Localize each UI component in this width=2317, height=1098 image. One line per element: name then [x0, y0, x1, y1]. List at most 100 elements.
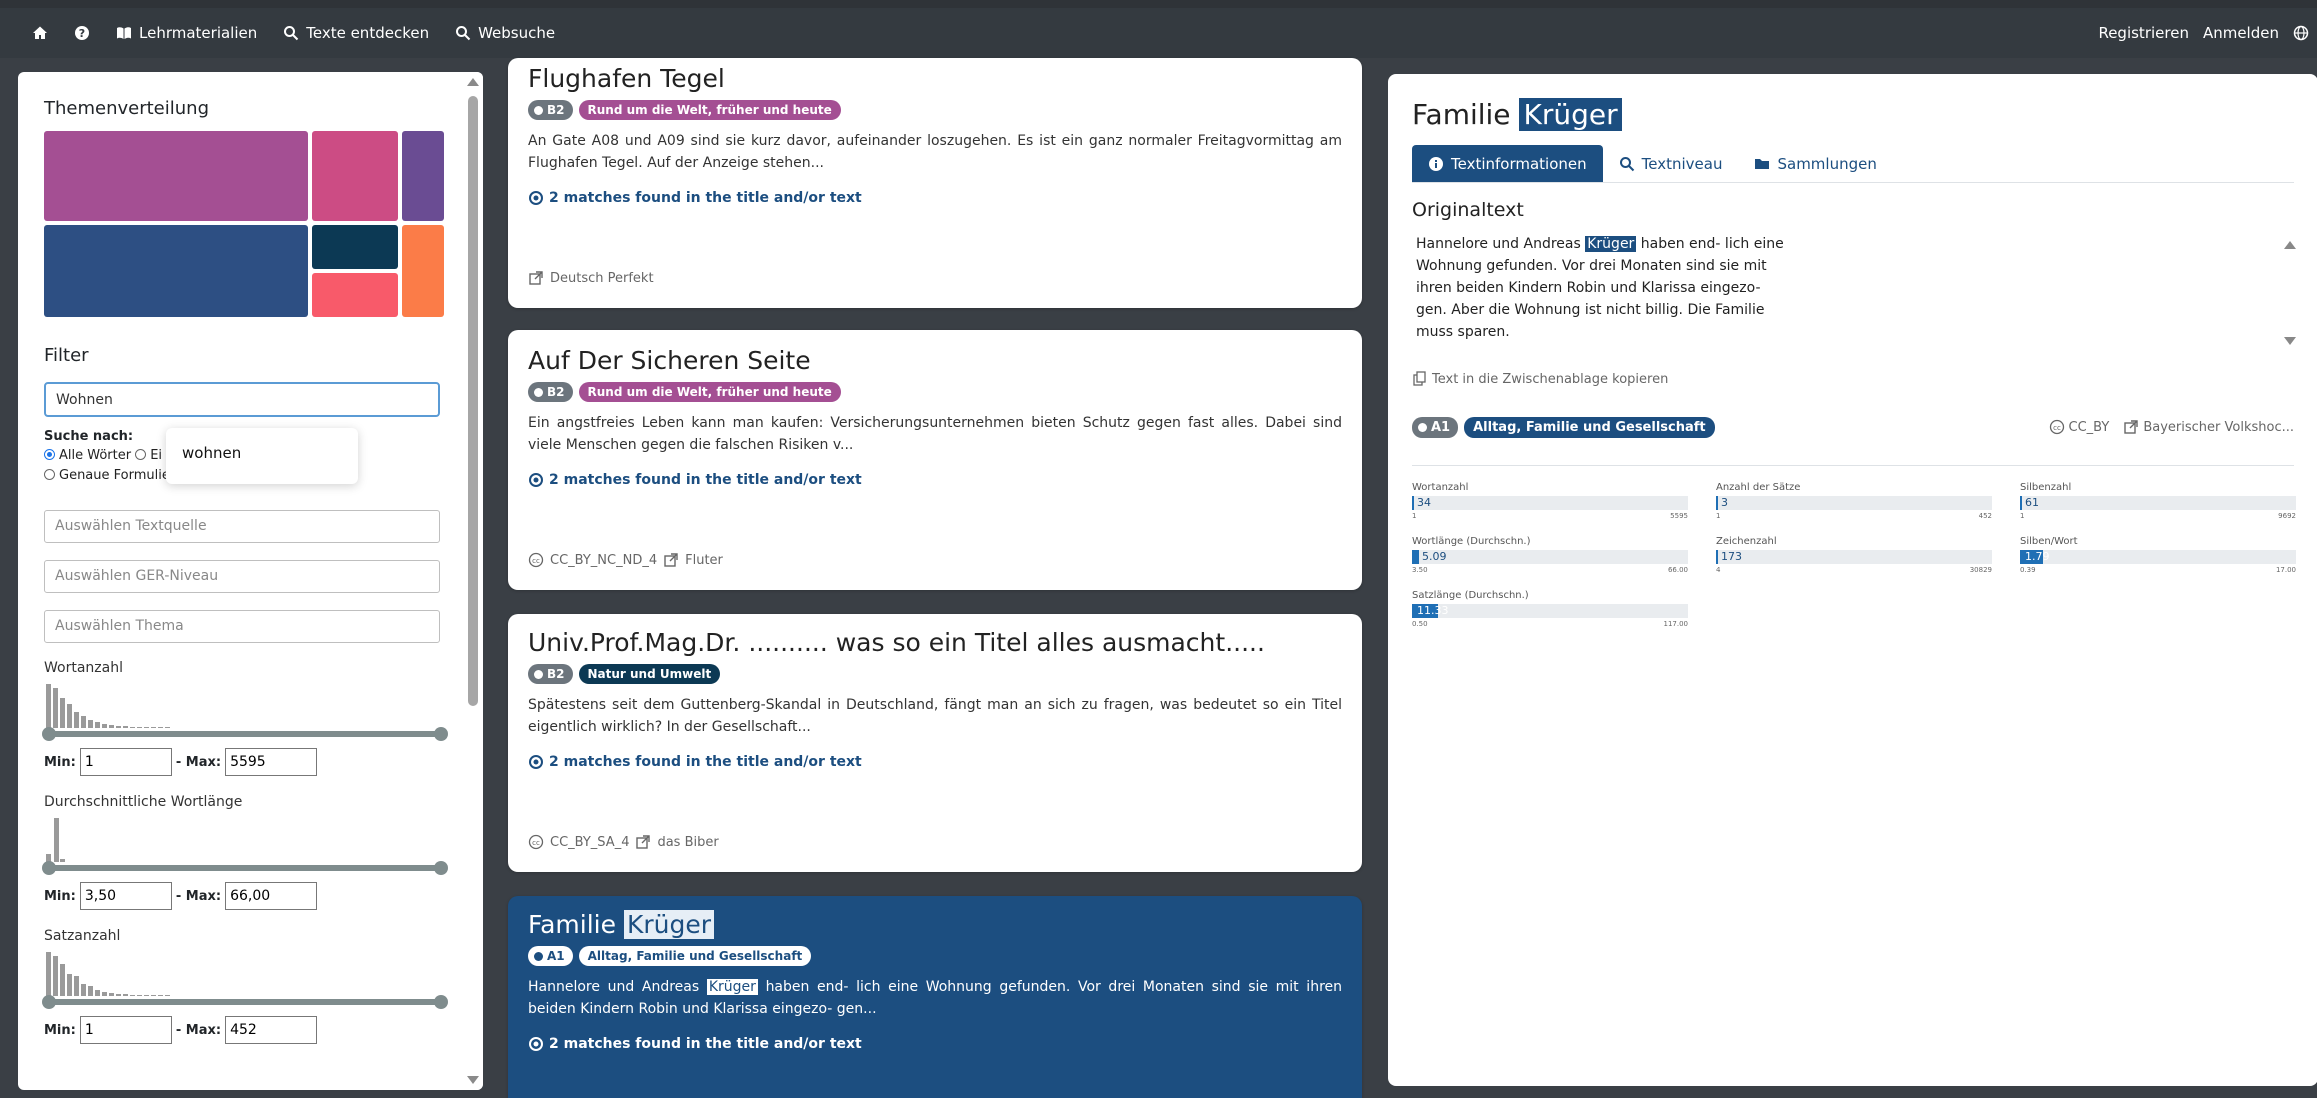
help-link[interactable]: ?	[74, 25, 90, 41]
autocomplete-suggestion[interactable]: wohnen	[166, 428, 358, 484]
level-label: A1	[547, 949, 565, 963]
slider-min-handle[interactable]	[42, 995, 56, 1009]
stat-max: 66.00	[1667, 566, 1688, 574]
stat-item: Satzlänge (Durchschn.) 11.33 0.50 117.00	[1412, 590, 1688, 628]
histogram-bar	[60, 964, 65, 996]
login-link[interactable]: Anmelden	[2203, 24, 2279, 42]
stat-label: Silben/Wort	[2020, 536, 2078, 547]
result-title[interactable]: Familie Krüger	[528, 910, 1342, 939]
stat-bar-fill	[1412, 550, 1419, 564]
scroll-up-arrow[interactable]	[2284, 241, 2296, 249]
source-link[interactable]: Fluter	[685, 553, 723, 568]
search-input[interactable]	[44, 382, 440, 417]
slider-track	[44, 865, 444, 871]
slider-max-handle[interactable]	[434, 861, 448, 875]
scroll-down-arrow[interactable]	[467, 1076, 479, 1084]
orig-highlight: Krüger	[1585, 236, 1637, 252]
cc-license-icon: cc	[528, 834, 544, 850]
result-title[interactable]: Flughafen Tegel	[528, 64, 1342, 93]
themenverteilung-title: Themenverteilung	[44, 98, 209, 119]
slider-max-handle[interactable]	[434, 995, 448, 1009]
wortlaenge-max-input[interactable]	[225, 882, 318, 910]
histogram-bar	[54, 818, 59, 862]
satzanzahl-min-input[interactable]	[79, 1016, 172, 1044]
level-badge: B2	[528, 382, 573, 402]
language-link[interactable]	[2293, 25, 2309, 41]
tab-textinformationen[interactable]: Textinformationen	[1412, 145, 1603, 182]
stat-bar-track: 11.33	[1412, 604, 1688, 618]
result-card[interactable]: Auf Der Sicheren Seite B2 Rund um die We…	[508, 330, 1362, 590]
treemap-cell[interactable]	[44, 131, 308, 221]
stat-bar-track: 1.79	[2020, 550, 2296, 564]
originaltext-box: Hannelore und Andreas Krüger haben end- …	[1412, 233, 2302, 353]
histogram-bar	[60, 698, 65, 728]
treemap-cell[interactable]	[402, 225, 444, 317]
home-link[interactable]	[32, 25, 48, 41]
wortanzahl-min-input[interactable]	[79, 748, 172, 776]
thema-select[interactable]: Auswählen Thema	[44, 610, 440, 643]
radio-ein-label: Ei	[150, 448, 163, 463]
nav-websuche[interactable]: Websuche	[455, 24, 555, 42]
copy-to-clipboard[interactable]: Text in die Zwischenablage kopieren	[1412, 371, 2294, 387]
treemap-cell[interactable]	[44, 225, 308, 317]
source-link[interactable]: Bayerischer Volkshoc...	[2143, 420, 2294, 435]
slider-min-handle[interactable]	[42, 727, 56, 741]
scroll-up-arrow[interactable]	[467, 78, 479, 86]
stat-item: Wortlänge (Durchschn.) 5.09 3.50 66.00	[1412, 536, 1688, 574]
tab-sammlungen[interactable]: Sammlungen	[1738, 145, 1892, 182]
register-link[interactable]: Registrieren	[2098, 24, 2189, 42]
external-link-icon	[528, 270, 544, 286]
stat-bar-track: 173	[1716, 550, 1992, 564]
result-card[interactable]: Univ.Prof.Mag.Dr. .......... was so ein …	[508, 614, 1362, 872]
result-snippet: Hannelore und Andreas Krüger haben end- …	[528, 976, 1342, 1020]
tab-textniveau[interactable]: Textniveau	[1603, 145, 1739, 182]
radio-ein[interactable]: Ei	[135, 448, 162, 463]
ger-niveau-select[interactable]: Auswählen GER-Niveau	[44, 560, 440, 593]
histogram-bar	[74, 712, 79, 728]
result-card[interactable]: Flughafen Tegel B2 Rund um die Welt, frü…	[508, 58, 1362, 308]
stat-max: 30829	[1969, 566, 1992, 574]
stat-max: 117.00	[1663, 620, 1689, 628]
result-card-selected[interactable]: Familie Krüger A1 Alltag, Familie und Ge…	[508, 896, 1362, 1098]
originaltext-content: Hannelore und Andreas Krüger haben end- …	[1412, 233, 1792, 343]
radio-alle-woerter[interactable]: Alle Wörter	[44, 448, 131, 463]
stat-max: 17.00	[2275, 566, 2296, 574]
treemap-cell[interactable]	[312, 225, 398, 269]
nav-texte-entdecken[interactable]: Texte entdecken	[283, 24, 429, 42]
stat-range: 1 9692	[2020, 512, 2296, 520]
slider-min-handle[interactable]	[42, 861, 56, 875]
source-link[interactable]: das Biber	[657, 835, 718, 850]
stat-label: Wortlänge (Durchschn.)	[1412, 536, 1531, 547]
stat-max: 452	[1978, 512, 1992, 520]
stat-max: 9692	[2278, 512, 2296, 520]
wortlaenge-slider	[42, 861, 448, 875]
scroll-down-arrow[interactable]	[2284, 337, 2296, 345]
slider-max-handle[interactable]	[434, 727, 448, 741]
result-title[interactable]: Auf Der Sicheren Seite	[528, 346, 1342, 375]
treemap-cell[interactable]	[312, 273, 398, 317]
search-icon	[1619, 156, 1635, 172]
nav-lehrmaterialien[interactable]: Lehrmaterialien	[116, 24, 257, 42]
divider	[1412, 465, 2294, 466]
source-link[interactable]: Deutsch Perfekt	[550, 271, 654, 286]
source-info[interactable]: Bayerischer Volkshoc...	[2123, 419, 2294, 435]
textquelle-select[interactable]: Auswählen Textquelle	[44, 510, 440, 543]
sidebar-scrollbar[interactable]	[463, 72, 483, 1090]
svg-text:cc: cc	[532, 557, 540, 565]
stat-range: 1 5595	[1412, 512, 1688, 520]
result-title[interactable]: Univ.Prof.Mag.Dr. .......... was so ein …	[528, 628, 1342, 657]
slider-track	[44, 731, 444, 737]
matches-info: 2 matches found in the title and/or text	[528, 754, 1342, 770]
stat-label: Silbenzahl	[2020, 482, 2072, 493]
result-source: Deutsch Perfekt	[528, 270, 654, 286]
scroll-thumb[interactable]	[468, 96, 478, 706]
wortanzahl-max-input[interactable]	[225, 748, 318, 776]
treemap-cell[interactable]	[402, 131, 444, 221]
wortlaenge-min-input[interactable]	[79, 882, 172, 910]
level-dot	[534, 105, 543, 115]
satzanzahl-max-input[interactable]	[225, 1016, 318, 1044]
external-link-icon	[635, 834, 651, 850]
snippet-text: Hannelore und Andreas	[528, 979, 700, 995]
level-label: A1	[1431, 419, 1451, 435]
treemap-cell[interactable]	[312, 131, 398, 221]
